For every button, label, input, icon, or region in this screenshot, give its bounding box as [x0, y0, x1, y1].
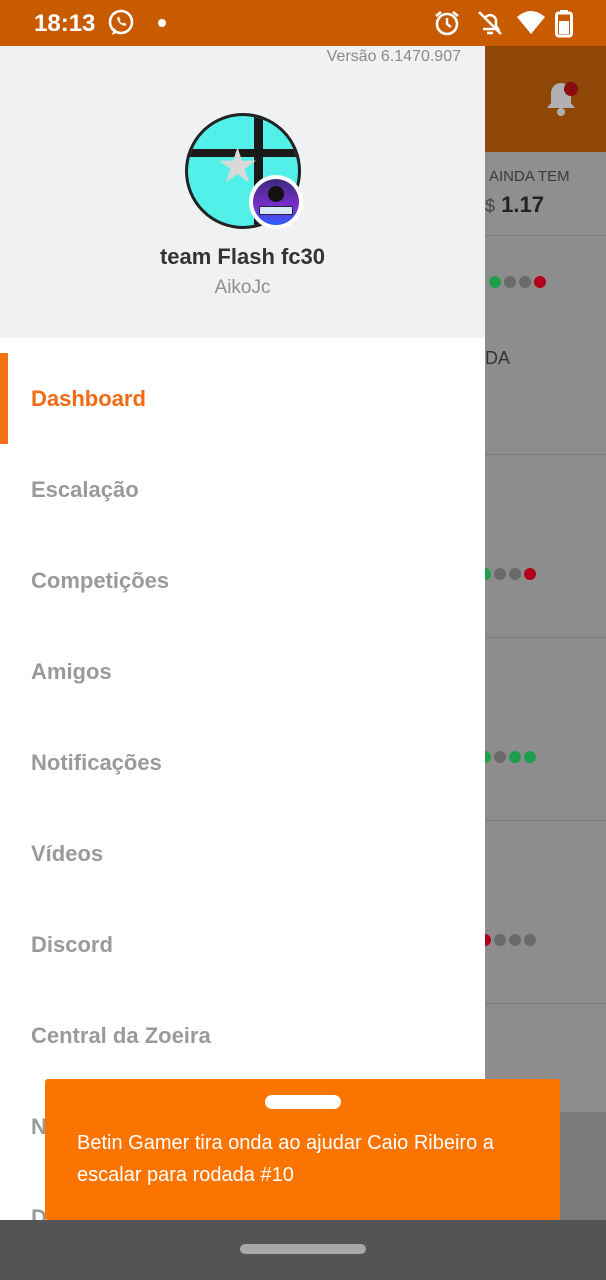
menu-item-competicoes[interactable]: Competições — [0, 535, 485, 626]
form-dots — [485, 568, 536, 580]
notification-dot-icon — [158, 19, 166, 27]
user-avatar[interactable] — [249, 175, 303, 229]
list-item: DA — [485, 236, 606, 455]
notifications-off-icon — [478, 11, 502, 35]
toast-message: Betin Gamer tira onda ao ajudar Caio Rib… — [77, 1132, 494, 1186]
toast-notification[interactable]: Betin Gamer tira onda ao ajudar Caio Rib… — [45, 1079, 560, 1220]
drawer-header: Versão 6.1470.907 ★ team Flash fc30 Aiko… — [0, 46, 485, 338]
home-gesture-handle[interactable] — [240, 1244, 366, 1254]
wifi-icon — [517, 11, 545, 34]
user-name: AikoJc — [214, 277, 271, 298]
list-item — [485, 638, 606, 821]
star-icon: ★ — [216, 140, 260, 193]
menu-item-dashboard[interactable]: Dashboard — [0, 353, 485, 444]
bell-icon[interactable] — [543, 79, 579, 119]
menu-item-discord[interactable]: Discord — [0, 899, 485, 990]
app-version: Versão 6.1470.907 — [326, 48, 461, 65]
navigation-drawer: Versão 6.1470.907 ★ team Flash fc30 Aiko… — [0, 46, 485, 1220]
whatsapp-icon — [108, 9, 134, 35]
alarm-icon — [435, 10, 459, 36]
list-item — [485, 821, 606, 1004]
form-dots — [489, 276, 546, 288]
team-name: team Flash fc30 — [159, 244, 326, 269]
toast-drag-handle[interactable] — [265, 1095, 341, 1109]
budget-stat-value: $ 1.17 — [485, 192, 544, 217]
row-text: DA — [485, 348, 511, 368]
menu-item-escalacao[interactable]: Escalação — [0, 444, 485, 535]
status-time: 18:13 — [34, 10, 96, 37]
form-dots — [485, 751, 536, 763]
battery-icon — [555, 10, 573, 38]
menu-item-amigos[interactable]: Amigos — [0, 626, 485, 717]
menu-item-videos[interactable]: Vídeos — [0, 808, 485, 899]
system-nav-bar — [0, 1220, 606, 1280]
form-dots — [485, 934, 536, 946]
menu-item-notificacoes[interactable]: Notificações — [0, 717, 485, 808]
menu-item-central-da-zoeira[interactable]: Central da Zoeira — [0, 990, 485, 1081]
list-item — [485, 455, 606, 638]
background-header — [485, 46, 606, 152]
budget-stat-label: AINDA TEM — [489, 168, 570, 185]
status-bar: 18:13 — [0, 0, 606, 46]
budget-stat: AINDA TEM $ 1.17 — [485, 152, 606, 236]
background-app: AINDA TEM $ 1.17 DA — [485, 46, 606, 1220]
